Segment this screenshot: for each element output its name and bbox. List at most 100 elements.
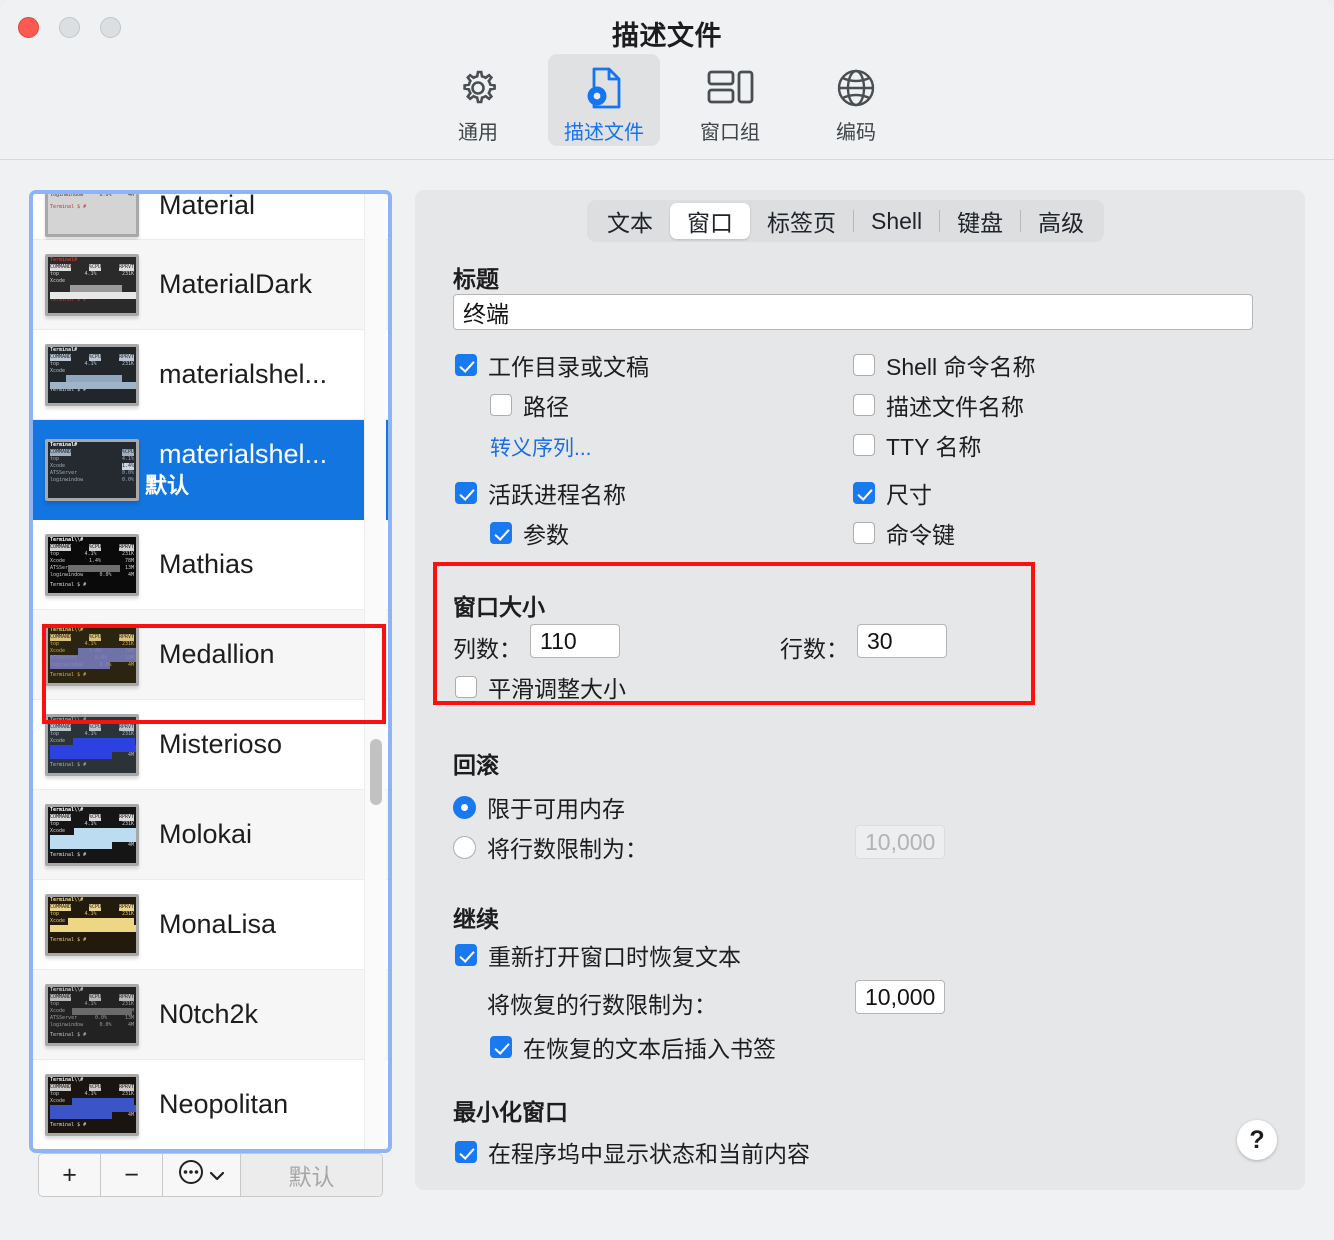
checkbox-tty-name[interactable]: TTY 名称 [853, 428, 981, 462]
list-item-label: MonaLisa [159, 909, 276, 940]
section-heading-title: 标题 [453, 260, 499, 294]
window-title-input[interactable]: 终端 [453, 294, 1253, 330]
rows-input[interactable]: 30 [857, 624, 947, 658]
list-item[interactable]: Terminal\\# COMMAND%CPURPRVT top4.1%231K… [33, 970, 388, 1060]
chevron-down-icon [209, 1161, 225, 1190]
list-item-selected[interactable]: Terminal# COMMAND%CPU top4.1% Xcode1.4% … [33, 420, 388, 520]
window-title: 描述文件 [0, 14, 1334, 53]
toolbar-item-general-label: 通用 [458, 116, 498, 145]
toolbar-item-general[interactable]: 通用 [422, 54, 534, 146]
profile-list-toolbar: + − 默认 [38, 1153, 383, 1197]
profile-thumbnail: Terminal# COMMAND%CPURPRVT top4.1%231K X… [45, 344, 145, 406]
profile-actions-menu-button[interactable] [163, 1154, 241, 1196]
tab-shell[interactable]: Shell [854, 203, 939, 239]
checkbox-label: 尺寸 [886, 476, 932, 510]
checkbox-smooth-resize[interactable]: 平滑调整大小 [455, 670, 626, 704]
checkbox-command-key[interactable]: 命令键 [853, 516, 955, 550]
tab-tabs[interactable]: 标签页 [750, 203, 853, 239]
toolbar-item-encodings-label: 编码 [836, 116, 876, 145]
profile-thumbnail: Terminal# COMMAND%CPURPRVT top4.1%231K X… [45, 254, 145, 316]
restore-limit-input[interactable]: 10,000 [855, 980, 945, 1014]
rows-label: 行数： [780, 630, 849, 664]
gear-icon [456, 64, 500, 112]
minus-icon: − [124, 1161, 139, 1190]
checkbox-show-dock-status[interactable]: 在程序坞中显示状态和当前内容 [455, 1135, 810, 1169]
list-item[interactable]: Terminal\\# COMMAND%CPURPRVT top4.1%231K… [33, 880, 388, 970]
checkbox-box [455, 482, 477, 504]
add-profile-button[interactable]: + [39, 1154, 101, 1196]
checkbox-insert-bookmark[interactable]: 在恢复的文本后插入书签 [490, 1030, 776, 1064]
toolbar-item-profiles[interactable]: 描述文件 [548, 54, 660, 146]
profile-thumbnail: Terminal\\# COMMAND%CPURPRVT top4.1%231K… [45, 624, 145, 686]
toolbar-item-encodings[interactable]: 编码 [800, 54, 912, 146]
checkbox-box [455, 676, 477, 698]
checkbox-shell-command-name[interactable]: Shell 命令名称 [853, 348, 1036, 382]
list-item-label: materialshel... [159, 359, 327, 390]
list-item[interactable]: Terminal\\# COMMAND%CPURPRVT top4.1%231K… [33, 520, 388, 610]
checkbox-label: 在恢复的文本后插入书签 [523, 1030, 776, 1064]
scrollback-limit-input[interactable]: 10,000 [855, 825, 945, 859]
checkbox-profile-name[interactable]: 描述文件名称 [853, 388, 1024, 422]
list-item[interactable]: Terminal\\# COMMAND%CPURPRVT top4.1%231K… [33, 790, 388, 880]
checkbox-box [455, 354, 477, 376]
columns-label: 列数： [453, 630, 522, 664]
checkbox-label: 工作目录或文稿 [488, 348, 649, 382]
settings-tabbar: 文本 窗口 标签页 Shell 键盘 高级 [587, 200, 1104, 242]
section-heading-resume: 继续 [453, 900, 499, 934]
checkbox-path[interactable]: 路径 [490, 388, 569, 422]
profile-list[interactable]: Xcode1.4%78M ATSServer0.0%13M loginwindo… [33, 194, 388, 1149]
tab-keyboard[interactable]: 键盘 [940, 203, 1020, 239]
profile-list-container[interactable]: Xcode1.4%78M ATSServer0.0%13M loginwindo… [29, 190, 392, 1153]
toolbar-item-window-groups[interactable]: 窗口组 [674, 54, 786, 146]
profile-thumbnail: Xcode1.4%78M ATSServer0.0%13M loginwindo… [45, 194, 145, 237]
list-item-label: Molokai [159, 819, 252, 850]
columns-input[interactable]: 110 [530, 624, 620, 658]
globe-icon [834, 64, 878, 112]
window-group-icon [706, 64, 754, 112]
checkbox-label: 描述文件名称 [886, 388, 1024, 422]
checkbox-working-directory[interactable]: 工作目录或文稿 [455, 348, 649, 382]
tab-window[interactable]: 窗口 [670, 203, 750, 239]
profile-thumbnail: Terminal\\# COMMAND%CPURPRVT top4.1%231K… [45, 984, 145, 1046]
list-item-label: Misterioso [159, 729, 282, 760]
checkbox-arguments[interactable]: 参数 [490, 516, 569, 550]
checkbox-box [853, 394, 875, 416]
radio-label: 限于可用内存 [487, 790, 625, 824]
escape-sequences-link[interactable]: 转义序列... [490, 432, 592, 462]
checkbox-restore-text[interactable]: 重新打开窗口时恢复文本 [455, 938, 741, 972]
checkbox-box [853, 482, 875, 504]
list-item[interactable]: Terminal\\ # COMMAND%CPURPRVT top4.1%231… [33, 700, 388, 790]
checkbox-label: 重新打开窗口时恢复文本 [488, 938, 741, 972]
checkbox-active-process-name[interactable]: 活跃进程名称 [455, 476, 626, 510]
checkbox-box [853, 434, 875, 456]
radio-limited-scrollback[interactable]: 将行数限制为： [453, 830, 648, 864]
remove-profile-button[interactable]: − [101, 1154, 163, 1196]
list-item[interactable]: Terminal# COMMAND%CPURPRVT top4.1%231K X… [33, 330, 388, 420]
list-item[interactable]: Terminal# COMMAND%CPURPRVT top4.1%231K X… [33, 240, 388, 330]
profile-thumbnail: Terminal\\# COMMAND%CPURPRVT top4.1%231K… [45, 534, 145, 596]
profile-list-scrollbar[interactable] [364, 194, 386, 1149]
window-titlebar: 描述文件 通用 [0, 0, 1334, 160]
checkbox-box [853, 522, 875, 544]
radio-label: 将行数限制为： [487, 830, 648, 864]
list-item-label: Material [159, 194, 255, 221]
document-gear-icon [582, 64, 626, 112]
scrollbar-thumb[interactable] [370, 739, 382, 805]
checkbox-box [490, 1036, 512, 1058]
profile-thumbnail: Terminal\\# COMMAND%CPURPRVT top4.1%231K… [45, 1074, 145, 1136]
tab-text[interactable]: 文本 [590, 203, 670, 239]
list-item[interactable]: Xcode1.4%78M ATSServer0.0%13M loginwindo… [33, 194, 388, 240]
checkbox-label: 路径 [523, 388, 569, 422]
checkbox-dimensions[interactable]: 尺寸 [853, 476, 932, 510]
list-item-label: Mathias [159, 549, 254, 580]
list-item[interactable]: Terminal\\# COMMAND%CPURPRVT top4.1%231K… [33, 610, 388, 700]
tab-advanced[interactable]: 高级 [1021, 203, 1101, 239]
list-item[interactable]: Terminal\\# COMMAND%CPURPRVT top4.1%231K… [33, 1060, 388, 1149]
radio-unlimited-scrollback[interactable]: 限于可用内存 [453, 790, 625, 824]
restore-limit-label: 将恢复的行数限制为： [487, 986, 717, 1020]
help-button[interactable]: ? [1237, 1120, 1277, 1160]
section-heading-minimize: 最小化窗口 [453, 1093, 568, 1127]
checkbox-box [490, 394, 512, 416]
set-default-button[interactable]: 默认 [241, 1154, 382, 1196]
toolbar-item-window-groups-label: 窗口组 [700, 116, 760, 145]
